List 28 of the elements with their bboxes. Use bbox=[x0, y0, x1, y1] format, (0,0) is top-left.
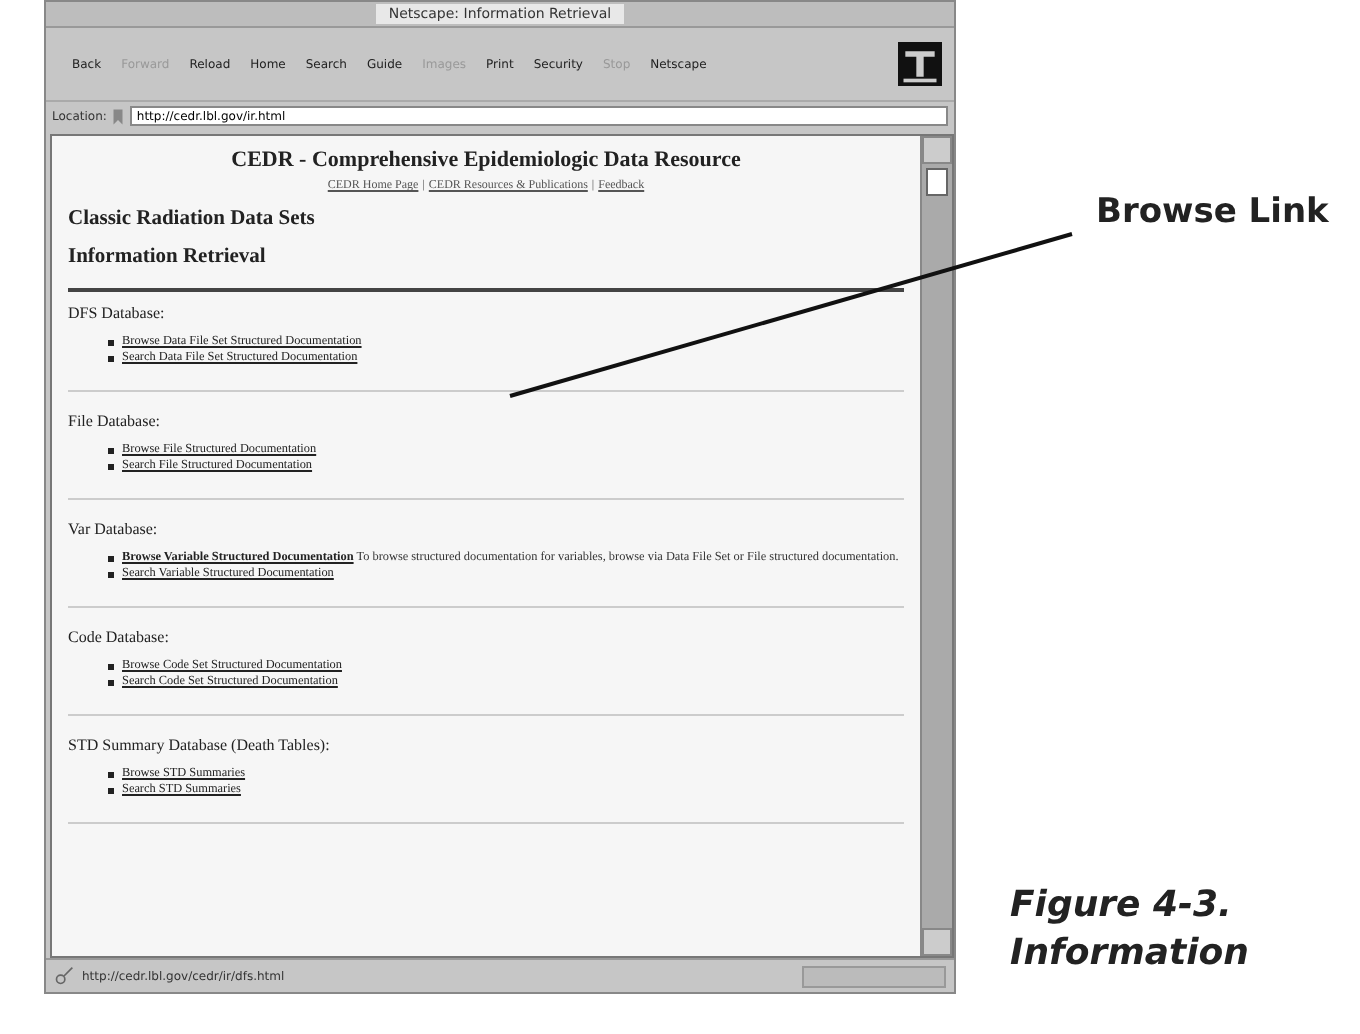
bookmark-icon[interactable] bbox=[112, 107, 125, 125]
callout-label: Browse Link bbox=[1096, 192, 1329, 232]
page-title: CEDR - Comprehensive Epidemiologic Data Resource bbox=[229, 148, 743, 172]
bullet-icon bbox=[108, 572, 114, 578]
section-heading: File Database: bbox=[68, 412, 162, 430]
scroll-thumb[interactable] bbox=[926, 168, 948, 196]
bullet-icon bbox=[108, 464, 114, 470]
bullet-icon bbox=[108, 772, 114, 778]
page-heading: Classic Radiation Data Sets bbox=[68, 208, 317, 230]
figure-caption: Information bbox=[1010, 930, 1249, 978]
section-heading: Code Database: bbox=[68, 628, 171, 646]
logo-icon[interactable] bbox=[898, 40, 942, 88]
bullet-icon bbox=[108, 556, 114, 562]
scrollbar[interactable] bbox=[920, 136, 952, 956]
section-heading: DFS Database: bbox=[68, 304, 167, 322]
scroll-down-button[interactable] bbox=[922, 928, 952, 956]
status-icons bbox=[802, 965, 946, 987]
bullet-icon bbox=[108, 340, 114, 346]
bullet-icon bbox=[108, 448, 114, 454]
bullet-icon bbox=[108, 664, 114, 670]
page-heading: Information Retrieval bbox=[68, 246, 268, 268]
bullet-icon bbox=[108, 788, 114, 794]
section-heading: Var Database: bbox=[68, 520, 160, 538]
key-icon bbox=[54, 966, 74, 986]
bullet-icon bbox=[108, 680, 114, 686]
section-heading: STD Summary Database (Death Tables): bbox=[68, 736, 332, 754]
figure-caption: Figure 4-3. bbox=[1010, 882, 1234, 930]
bullet-icon bbox=[108, 356, 114, 362]
